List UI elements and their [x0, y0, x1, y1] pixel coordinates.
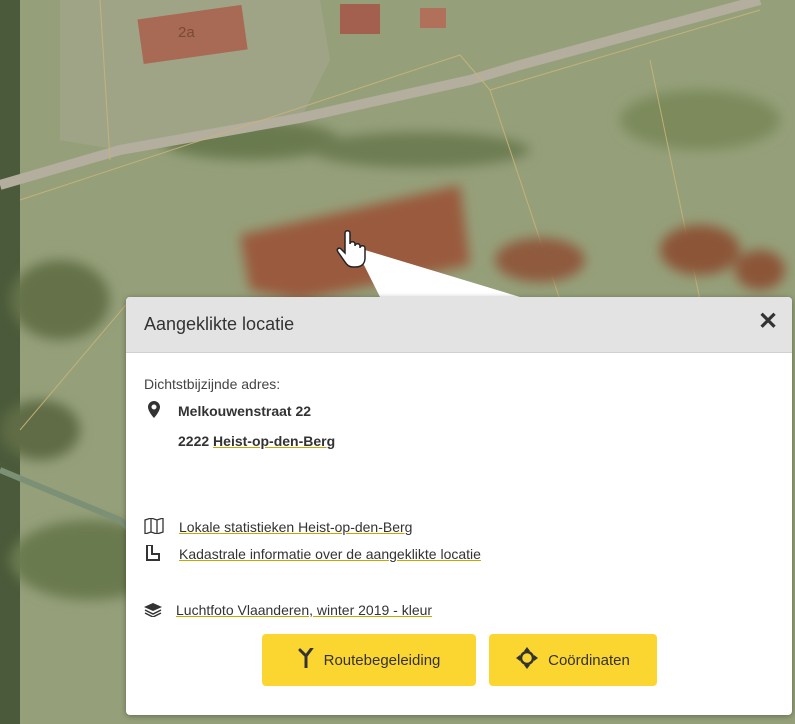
popup-title: Aangeklikte locatie [144, 314, 295, 334]
popup-header: Aangeklikte locatie ✕ [126, 297, 792, 353]
map-book-icon [144, 517, 164, 539]
hand-cursor-icon [336, 229, 368, 274]
house-number-label: 2a [178, 24, 195, 41]
nearest-address-label: Dichtstbijzijnde adres: [144, 376, 281, 392]
cadastral-info-link[interactable]: Kadastrale informatie over de aangeklikt… [179, 546, 481, 562]
parcel-icon [146, 544, 160, 566]
local-statistics-link[interactable]: Lokale statistieken Heist-op-den-Berg [179, 519, 412, 535]
coordinates-button[interactable]: Coördinaten [489, 634, 657, 686]
postal-code: 2222 [178, 433, 210, 449]
coordinates-label: Coördinaten [548, 651, 630, 669]
route-guidance-button[interactable]: Routebegeleiding [262, 634, 476, 686]
route-icon [298, 646, 314, 672]
location-popup: Aangeklikte locatie ✕ Dichtstbijzijnde a… [126, 297, 792, 715]
close-icon[interactable]: ✕ [756, 310, 780, 334]
layers-icon [144, 603, 162, 622]
route-guidance-label: Routebegeleiding [323, 651, 441, 669]
city-link[interactable]: Heist-op-den-Berg [213, 433, 335, 449]
address-street: Melkouwenstraat 22 [178, 403, 312, 419]
aerial-photo-layer-link[interactable]: Luchtfoto Vlaanderen, winter 2019 - kleu… [176, 602, 432, 618]
crosshair-icon [516, 647, 539, 673]
address-city-line: 2222 Heist-op-den-Berg [178, 433, 335, 449]
map-pin-icon [148, 401, 160, 423]
